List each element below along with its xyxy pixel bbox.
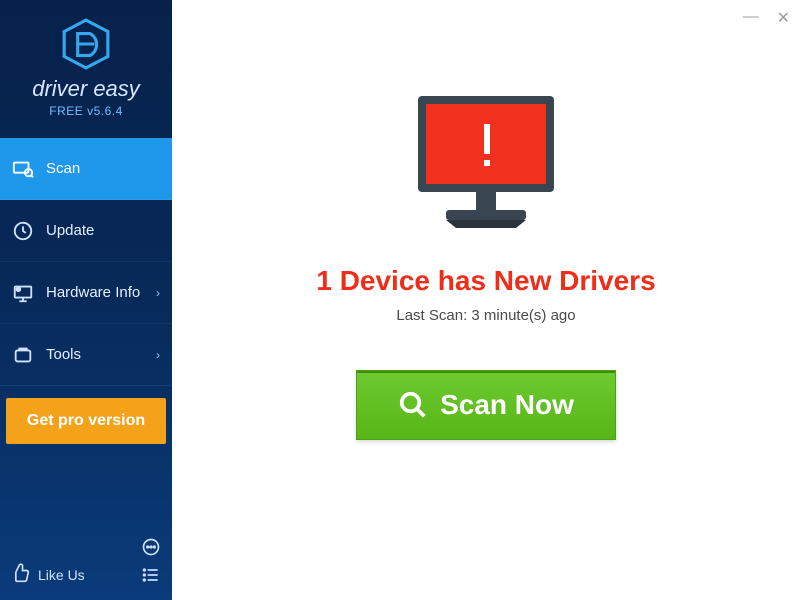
sidebar-item-label: Hardware Info	[46, 284, 140, 301]
close-icon[interactable]: ✕	[777, 8, 790, 28]
sidebar-item-update[interactable]: Update	[0, 200, 172, 262]
scan-now-label: Scan Now	[440, 389, 574, 421]
sidebar-item-label: Update	[46, 222, 94, 239]
hardware-info-icon	[12, 282, 34, 304]
app-window: — ✕ driver easy FREE v5.6.4 Scan	[0, 0, 800, 600]
like-us-button[interactable]: Like Us	[10, 563, 85, 586]
logo-block: driver easy FREE v5.6.4	[0, 0, 172, 132]
last-scan-text: Last Scan: 3 minute(s) ago	[396, 307, 575, 324]
alert-monitor-illustration	[406, 88, 566, 243]
chevron-right-icon: ›	[156, 286, 160, 300]
scan-icon	[12, 158, 34, 180]
chevron-right-icon: ›	[156, 348, 160, 362]
sidebar-item-tools[interactable]: Tools ›	[0, 324, 172, 386]
status-headline: 1 Device has New Drivers	[316, 265, 655, 297]
main-panel: 1 Device has New Drivers Last Scan: 3 mi…	[172, 0, 800, 600]
thumbs-up-icon	[10, 563, 30, 586]
update-icon	[12, 220, 34, 242]
sidebar-nav: Scan Update Hardware I	[0, 138, 172, 386]
menu-list-icon[interactable]	[140, 564, 162, 586]
scan-now-button[interactable]: Scan Now	[356, 370, 616, 440]
feedback-icon[interactable]	[140, 536, 162, 558]
minimize-icon[interactable]: —	[743, 8, 759, 28]
get-pro-label: Get pro version	[27, 412, 145, 430]
window-controls: — ✕	[743, 8, 790, 28]
search-icon	[398, 390, 428, 420]
sidebar: driver easy FREE v5.6.4 Scan	[0, 0, 172, 600]
tools-icon	[12, 344, 34, 366]
sidebar-mini-icons	[140, 536, 162, 586]
brand-name: driver easy	[0, 76, 172, 102]
version-label: FREE v5.6.4	[0, 104, 172, 118]
sidebar-item-scan[interactable]: Scan	[0, 138, 172, 200]
sidebar-bottom: Like Us	[0, 526, 172, 600]
sidebar-item-hardware-info[interactable]: Hardware Info ›	[0, 262, 172, 324]
get-pro-button[interactable]: Get pro version	[6, 398, 166, 444]
app-logo-icon	[60, 18, 112, 70]
sidebar-item-label: Scan	[46, 160, 80, 177]
like-us-label: Like Us	[38, 567, 85, 583]
sidebar-item-label: Tools	[46, 346, 81, 363]
